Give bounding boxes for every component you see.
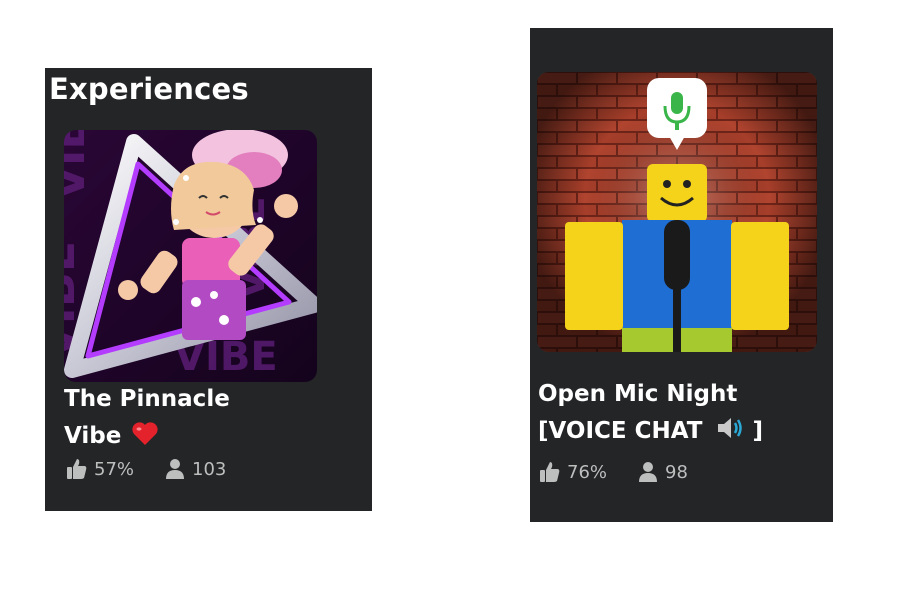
game-title[interactable]: The Pinnacle Vibe (64, 381, 314, 455)
svg-text:VIBE: VIBE (64, 130, 95, 200)
players-stat: 98 (637, 461, 688, 483)
rating-stat: 76% (539, 461, 607, 483)
game-title-line-2: [VOICE CHAT] (538, 413, 828, 450)
speaker-volume-icon (718, 418, 743, 438)
player-count: 98 (665, 461, 688, 483)
experiences-panel: Experiences VI VIBE VIBE The Pinnacle Vi… (45, 68, 372, 511)
rating-stat: 57% (66, 458, 134, 480)
game-thumbnail[interactable] (537, 72, 817, 352)
players-stat: 103 (164, 458, 226, 480)
thumbs-up-icon (540, 462, 560, 482)
game-title-line-2-text: Vibe (64, 423, 122, 449)
game-title-line-2: Vibe (64, 418, 314, 455)
game-title-line-2-prefix: [VOICE CHAT (538, 418, 703, 444)
person-icon (639, 462, 658, 482)
section-title: Experiences (49, 72, 249, 106)
game-title-line-1: Open Mic Night (538, 381, 738, 407)
screenshot-canvas: Experiences VI VIBE VIBE The Pinnacle Vi… (0, 0, 900, 600)
pinnacle-vibe-artwork: VIBE VIBE VIBE VIBE (64, 130, 317, 382)
game-stats: 76% 98 (539, 461, 718, 483)
experience-card-panel: Open Mic Night [VOICE CHAT] 76% 98 (530, 28, 833, 522)
rating-value: 76% (567, 461, 608, 483)
game-thumbnail[interactable]: VIBE VIBE VIBE VIBE (64, 130, 317, 382)
game-title[interactable]: Open Mic Night [VOICE CHAT] (538, 376, 828, 450)
open-mic-night-artwork (537, 72, 817, 352)
person-icon (166, 459, 185, 479)
rating-value: 57% (94, 458, 135, 480)
thumbs-up-icon (67, 459, 87, 479)
heart-emoji-icon (132, 422, 158, 445)
game-title-line-2-suffix: ] (752, 418, 763, 444)
player-count: 103 (192, 458, 227, 480)
game-title-line-1: The Pinnacle (64, 386, 230, 412)
game-stats: 57% 103 (66, 458, 256, 480)
